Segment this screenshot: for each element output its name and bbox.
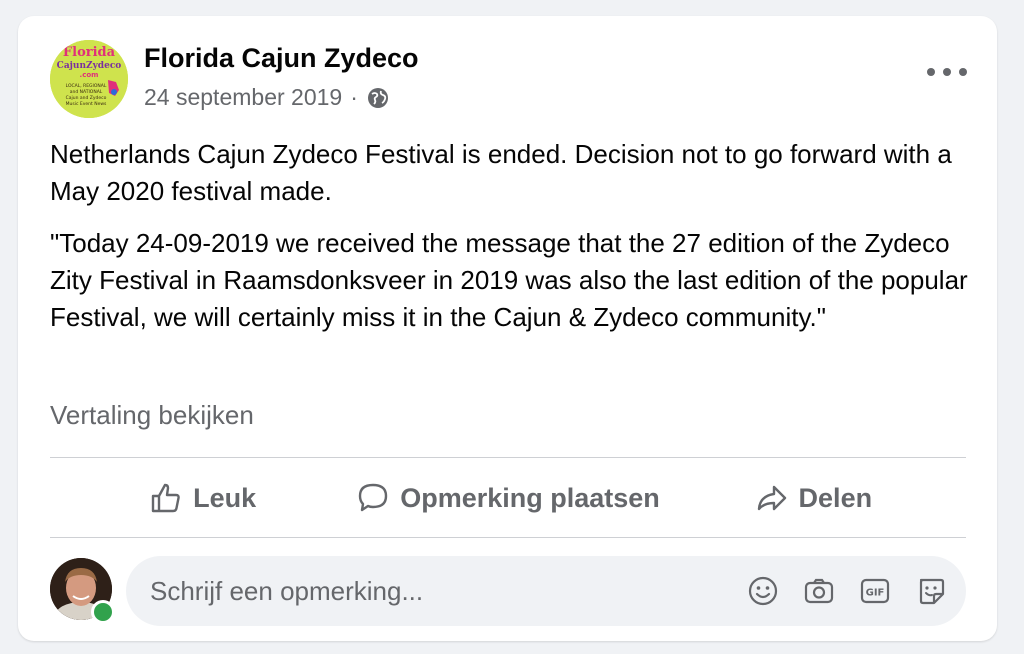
- camera-button[interactable]: [802, 574, 836, 608]
- comment-tools: GIF: [746, 574, 948, 608]
- logo-line-4: LOCAL, REGIONAL: [66, 83, 107, 89]
- smiley-icon: [748, 576, 778, 606]
- speech-bubble-icon: [359, 483, 388, 512]
- more-dot: [943, 68, 951, 76]
- comment-input[interactable]: [148, 574, 712, 608]
- like-button[interactable]: Leuk: [50, 468, 355, 528]
- thumbs-up-icon: [151, 483, 180, 513]
- sticker-icon: [919, 578, 945, 605]
- emoji-button[interactable]: [746, 574, 780, 608]
- post-card: Florida CajunZydeco .com LOCAL, REGIONAL…: [18, 16, 997, 641]
- comment-label: Opmerking plaatsen: [400, 482, 660, 513]
- logo-line-6: Cajun and Zydeco: [66, 95, 107, 101]
- post-date[interactable]: 24 september 2019: [144, 84, 342, 111]
- page-name[interactable]: Florida Cajun Zydeco: [144, 43, 419, 74]
- action-bar: Leuk Opmerking plaatsen Delen: [50, 458, 966, 538]
- meta-separator: ·: [350, 84, 358, 110]
- comment-composer: GIF: [50, 556, 966, 626]
- online-status-dot: [91, 600, 115, 624]
- comment-box[interactable]: GIF: [126, 556, 966, 626]
- svg-text:GIF: GIF: [866, 588, 885, 599]
- divider-bottom: [50, 537, 966, 538]
- gif-button[interactable]: GIF: [858, 574, 892, 608]
- see-translation-link[interactable]: Vertaling bekijken: [50, 400, 254, 431]
- logo-map-dot: [111, 89, 117, 95]
- sticker-button[interactable]: [914, 574, 948, 608]
- post-body: Netherlands Cajun Zydeco Festival is end…: [50, 136, 970, 351]
- more-options-icon[interactable]: [927, 62, 967, 82]
- camera-icon: [804, 578, 834, 604]
- share-label: Delen: [798, 482, 873, 513]
- post-meta: 24 september 2019 ·: [144, 84, 390, 111]
- gif-icon: GIF: [860, 578, 890, 604]
- page-logo: Florida CajunZydeco .com LOCAL, REGIONAL…: [50, 40, 128, 118]
- globe-icon[interactable]: [366, 86, 390, 110]
- more-dot: [959, 68, 967, 76]
- share-arrow-icon: [757, 485, 786, 511]
- page-avatar[interactable]: Florida CajunZydeco .com LOCAL, REGIONAL…: [50, 40, 128, 118]
- post-paragraph-2: "Today 24-09-2019 we received the messag…: [50, 228, 968, 332]
- more-dot: [927, 68, 935, 76]
- logo-line-3: .com: [80, 71, 99, 79]
- logo-line-7: Music Event News: [66, 101, 107, 107]
- logo-line-1: Florida: [63, 45, 116, 60]
- logo-line-2: CajunZydeco: [57, 61, 122, 71]
- share-button[interactable]: Delen: [661, 468, 966, 528]
- like-label: Leuk: [193, 482, 257, 513]
- logo-line-5: and NATIONAL: [70, 89, 103, 95]
- post-paragraph-1: Netherlands Cajun Zydeco Festival is end…: [50, 139, 952, 206]
- comment-button[interactable]: Opmerking plaatsen: [355, 468, 660, 528]
